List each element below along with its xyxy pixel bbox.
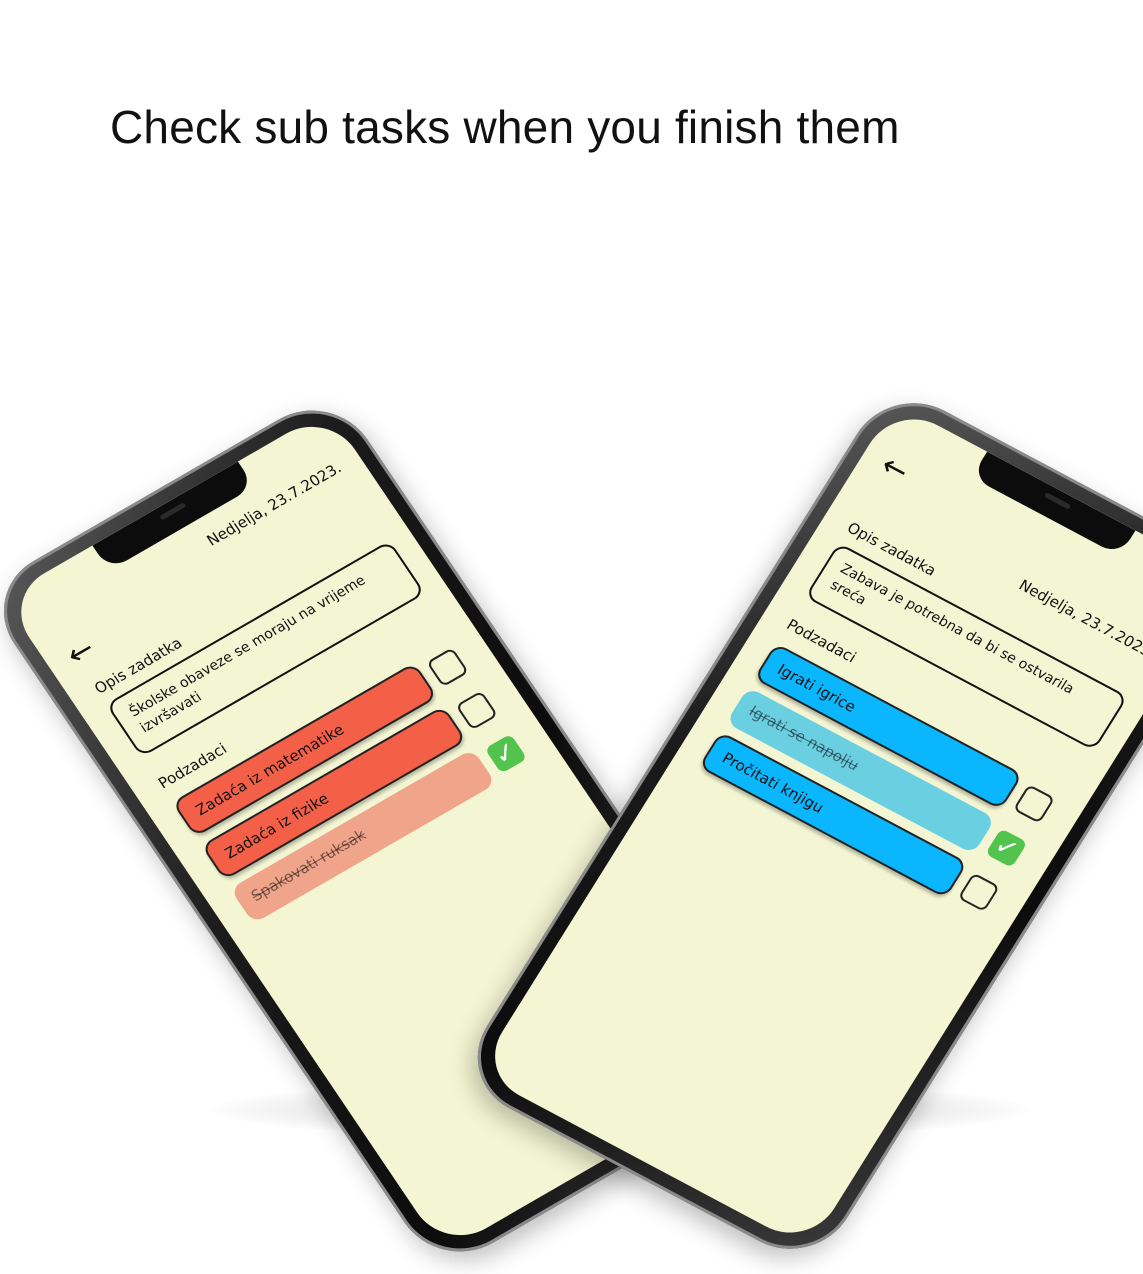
left-subtask-2-checkbox[interactable]: [455, 690, 499, 731]
right-subtask-1-checkbox[interactable]: [1012, 784, 1056, 824]
left-phone-notch: [92, 461, 255, 571]
right-subtask-2-checkbox-checked[interactable]: ✓: [985, 828, 1028, 868]
right-subtask-3-checkbox[interactable]: [957, 872, 1001, 913]
headline: Check sub tasks when you finish them: [110, 101, 900, 153]
back-arrow-icon[interactable]: ←: [874, 448, 915, 490]
right-phone-notch: [971, 451, 1136, 556]
check-icon: ✓: [488, 735, 524, 772]
left-subtask-3-checkbox-checked[interactable]: ✓: [484, 733, 528, 774]
left-subtask-1-checkbox[interactable]: [426, 647, 470, 688]
back-arrow-icon[interactable]: ←: [60, 631, 101, 673]
check-icon: ✓: [988, 830, 1024, 866]
